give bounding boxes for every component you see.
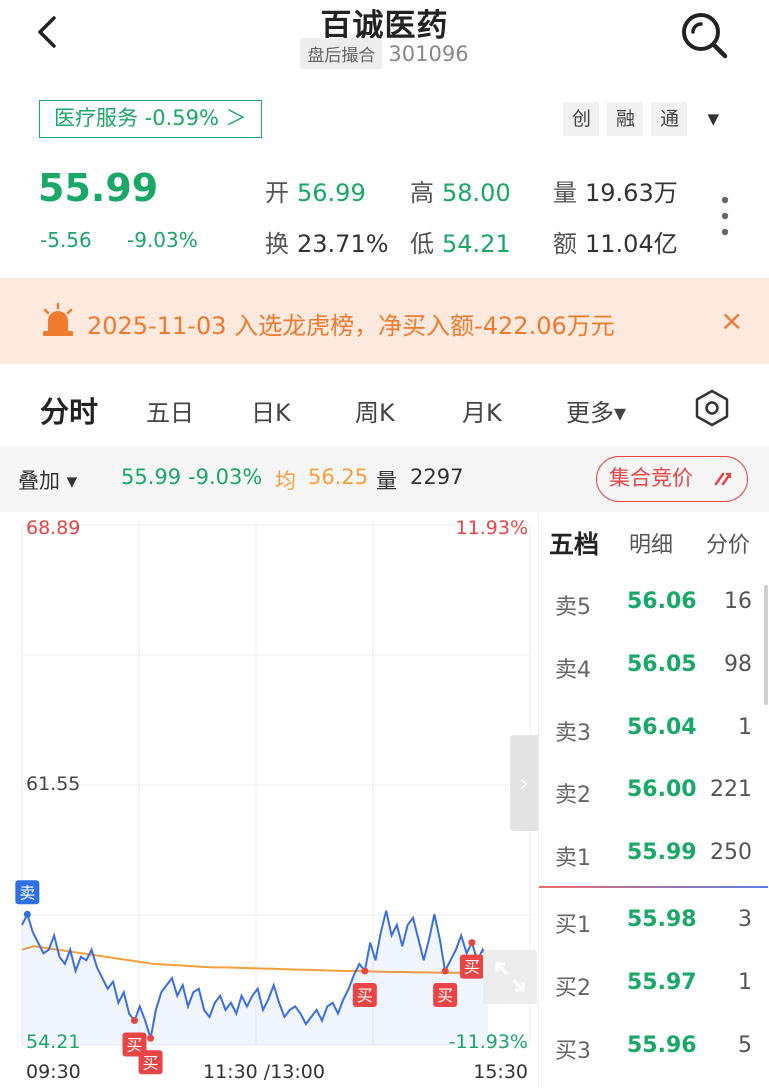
- ask-row-5: 卖5 56.06 16: [555, 589, 752, 620]
- tab-price-volume[interactable]: 分价: [706, 527, 750, 559]
- ask-row-1: 卖1 55.99 250: [555, 840, 752, 871]
- tab-five-day[interactable]: 五日: [146, 393, 194, 428]
- overlay-dropdown[interactable]: 叠加 ▾: [18, 465, 77, 495]
- y-mid-left: 61.55: [26, 773, 81, 795]
- header: 百诚医药 盘后撮合 301096: [0, 0, 769, 86]
- tab-monthly-k[interactable]: 月K: [462, 393, 502, 428]
- svg-text:卖: 卖: [19, 883, 35, 902]
- stock-tags: 创 融 通 ▼: [563, 102, 719, 136]
- amount-stat: 额 11.04亿: [553, 230, 678, 258]
- x-label-open: 09:30: [26, 1061, 81, 1083]
- y-min-left: 54.21: [26, 1031, 81, 1053]
- intraday-chart[interactable]: 卖买买买买买 68.89 11.93% 61.55 54.21 -11.93% …: [0, 515, 538, 1088]
- fullscreen-button[interactable]: [483, 950, 537, 1004]
- bid-row-3: 买3 55.96 5: [555, 1033, 752, 1064]
- volume-stat: 量 19.63万: [553, 179, 678, 207]
- chart-settings-icon[interactable]: [692, 388, 732, 428]
- y-max-right: 11.93%: [455, 517, 528, 539]
- tab-level5[interactable]: 五档: [549, 525, 599, 561]
- call-auction-button[interactable]: 集合竞价: [596, 456, 748, 502]
- trading-status-badge: 盘后撮合: [300, 38, 383, 69]
- last-price: 55.99: [38, 166, 159, 210]
- vol-label: 量: [376, 469, 397, 493]
- open-stat: 开 56.99: [265, 179, 366, 207]
- price-change: -5.56: [40, 228, 92, 252]
- tag-tong[interactable]: 通: [651, 102, 688, 136]
- y-max-left: 68.89: [26, 517, 81, 539]
- bid-row-2: 买2 55.97 1: [555, 970, 752, 1001]
- alarm-light-icon: [43, 302, 73, 336]
- overlay-price: 55.99: [121, 465, 182, 489]
- close-icon[interactable]: ×: [720, 304, 743, 337]
- search-icon[interactable]: [677, 8, 731, 62]
- turnover-stat: 换 23.71%: [265, 230, 389, 258]
- y-min-right: -11.93%: [448, 1031, 528, 1053]
- price-change-pct: -9.03%: [127, 228, 198, 252]
- ask-row-3: 卖3 56.04 1: [555, 715, 752, 746]
- vol-value: 2297: [410, 465, 464, 489]
- order-book: 五档 明细 分价 卖5 56.06 16 卖4 56.05 98 卖3 56.04 1 卖2…: [538, 515, 769, 1088]
- more-vertical-icon[interactable]: [718, 194, 732, 238]
- intraday-chart-svg: 卖买买买 买买: [15, 524, 531, 1075]
- low-stat: 低 54.21: [410, 230, 511, 258]
- auction-arrows-icon: [714, 472, 732, 486]
- bid-ask-divider: [539, 886, 768, 888]
- tag-chuang[interactable]: 创: [563, 102, 600, 136]
- orderbook-tabs: 五档 明细 分价: [539, 525, 769, 565]
- overlay-info-bar: 叠加 ▾ 55.99 -9.03% 均 56.25 量 2297 集合竞价: [0, 446, 769, 512]
- call-auction-label: 集合竞价: [609, 466, 693, 490]
- svg-text:买: 买: [143, 1053, 159, 1072]
- ask-row-2: 卖2 56.00 221: [555, 777, 752, 808]
- tags-dropdown-icon[interactable]: ▼: [707, 110, 719, 128]
- period-tabs: 分时 五日 日K 周K 月K 更多▾: [0, 385, 769, 431]
- tab-intraday[interactable]: 分时: [40, 389, 98, 431]
- expand-orderbook-button[interactable]: ›: [510, 735, 538, 831]
- tab-more[interactable]: 更多▾: [566, 393, 626, 428]
- tab-weekly-k[interactable]: 周K: [355, 393, 395, 428]
- banner-text: 2025-11-03 入选龙虎榜，净买入额-422.06万元: [87, 312, 615, 340]
- sector-link[interactable]: 医疗服务 -0.59% ＞: [39, 100, 262, 138]
- ask-row-4: 卖4 56.05 98: [555, 652, 752, 683]
- tab-detail[interactable]: 明细: [629, 527, 673, 559]
- avg-label: 均: [275, 469, 296, 493]
- high-stat: 高 58.00: [410, 179, 511, 207]
- stock-code: 301096: [388, 41, 469, 66]
- avg-price: 56.25: [308, 465, 369, 489]
- price-area: [22, 910, 488, 1045]
- tag-rong[interactable]: 融: [607, 102, 644, 136]
- svg-text:买: 买: [437, 986, 453, 1005]
- x-label-close: 15:30: [473, 1061, 528, 1083]
- sell-marker[interactable]: 卖: [15, 880, 40, 918]
- x-label-midday: 11:30 /13:00: [203, 1061, 325, 1083]
- dragon-tiger-banner[interactable]: 2025-11-03 入选龙虎榜，净买入额-422.06万元 ×: [0, 278, 769, 364]
- overlay-pct: -9.03%: [188, 465, 263, 489]
- subline: 盘后撮合 301096: [0, 38, 769, 69]
- svg-text:买: 买: [464, 958, 480, 977]
- bid-row-1: 买1 55.98 3: [555, 907, 752, 938]
- tab-daily-k[interactable]: 日K: [251, 393, 291, 428]
- fullscreen-icon: [495, 962, 525, 992]
- svg-text:买: 买: [357, 986, 373, 1005]
